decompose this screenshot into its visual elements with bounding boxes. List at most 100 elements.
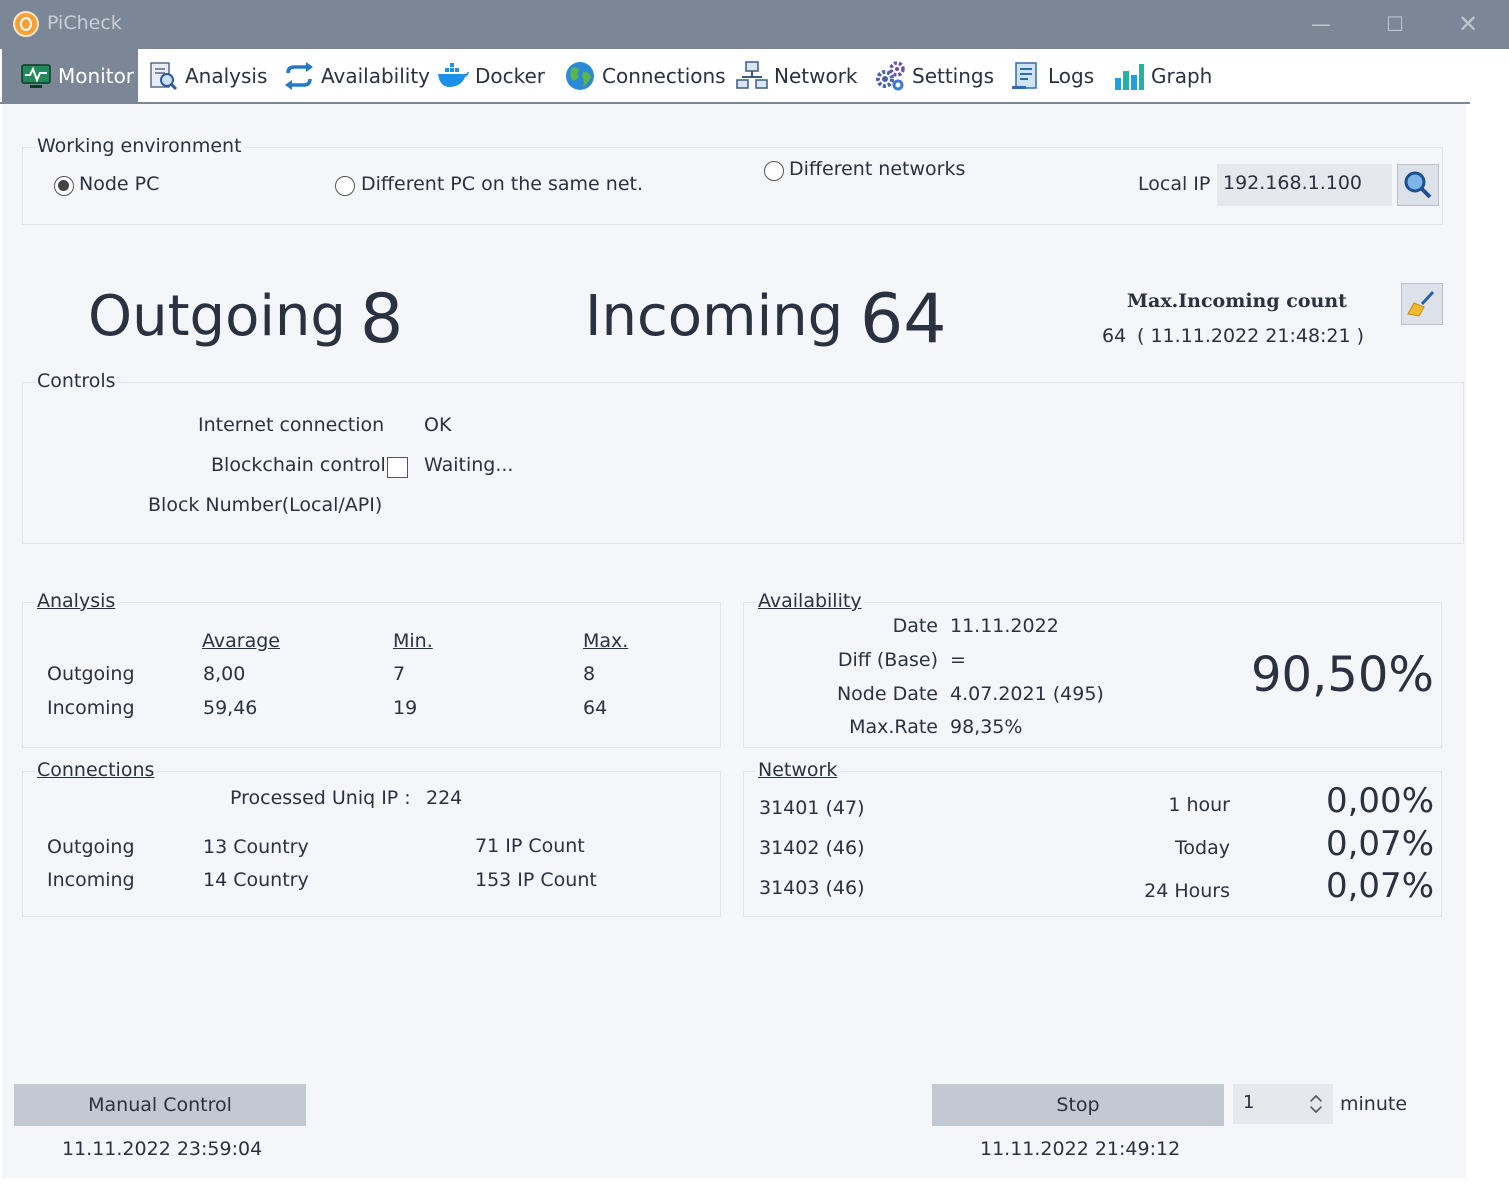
document-search-icon bbox=[150, 61, 178, 90]
tab-availability[interactable]: Availability bbox=[283, 49, 430, 102]
network-port: 31401 (47) bbox=[759, 797, 865, 819]
tab-connections[interactable]: Connections bbox=[564, 49, 726, 102]
analysis-header-average: Avarage bbox=[202, 630, 280, 652]
interval-unit: minute bbox=[1340, 1093, 1408, 1115]
blockchain-control-checkbox[interactable] bbox=[387, 457, 408, 478]
availability-date: 11.11.2022 bbox=[950, 615, 1059, 637]
tab-settings[interactable]: Settings bbox=[874, 49, 994, 102]
tab-docker[interactable]: Docker bbox=[437, 49, 545, 102]
connections-country: 14 Country bbox=[203, 869, 309, 891]
tab-graph[interactable]: Graph bbox=[1113, 49, 1212, 102]
clear-max-button[interactable] bbox=[1401, 283, 1443, 325]
network-icon bbox=[736, 60, 768, 89]
network-port: 31403 (46) bbox=[759, 877, 865, 899]
tab-label: Graph bbox=[1151, 63, 1213, 88]
app-window: PiCheck — ☐ ✕ Monitor Analysis Availabil… bbox=[0, 0, 1509, 1203]
network-period-value: 0,07% bbox=[1325, 824, 1434, 864]
tab-analysis[interactable]: Analysis bbox=[147, 49, 267, 102]
network-period-value: 0,00% bbox=[1325, 781, 1434, 821]
internet-connection-status: OK bbox=[424, 414, 452, 436]
globe-icon bbox=[566, 61, 594, 90]
tab-logs[interactable]: Logs bbox=[1010, 49, 1094, 102]
tab-label: Network bbox=[774, 63, 858, 88]
radio-different-networks-label: Different networks bbox=[789, 158, 966, 180]
tab-label: Monitor bbox=[58, 63, 135, 88]
close-icon[interactable]: ✕ bbox=[1448, 8, 1488, 40]
availability-percent: 90,50% bbox=[1250, 647, 1434, 703]
outgoing-label: Outgoing bbox=[88, 284, 346, 349]
analysis-row-label: Outgoing bbox=[47, 663, 135, 685]
radio-node-pc[interactable] bbox=[54, 176, 74, 196]
controls-title: Controls bbox=[35, 370, 118, 392]
interval-stepper[interactable]: 1 bbox=[1233, 1084, 1333, 1124]
connections-ip-count: 153 IP Count bbox=[475, 869, 597, 891]
stepper-arrows-icon[interactable] bbox=[1307, 1090, 1325, 1118]
availability-diff-label: Diff (Base) bbox=[837, 649, 938, 671]
radio-different-pc-label: Different PC on the same net. bbox=[361, 173, 643, 195]
blockchain-control-label: Blockchain control bbox=[211, 454, 386, 476]
window-title: PiCheck bbox=[47, 12, 122, 34]
block-number-label: Block Number(Local/API) bbox=[148, 494, 383, 516]
availability-node-date-label: Node Date bbox=[836, 683, 938, 705]
processed-uniq-ip-value: 224 bbox=[426, 787, 463, 809]
connections-title[interactable]: Connections bbox=[35, 759, 157, 781]
incoming-label: Incoming bbox=[585, 284, 844, 349]
max-incoming-value: 64 bbox=[1102, 325, 1127, 347]
max-incoming-title: Max.Incoming count bbox=[1127, 290, 1347, 312]
analysis-cell-avg: 59,46 bbox=[203, 697, 258, 719]
gears-icon bbox=[876, 60, 905, 90]
analysis-cell-max: 64 bbox=[583, 697, 608, 719]
broom-icon bbox=[1407, 290, 1435, 317]
availability-node-date: 4.07.2021 (495) bbox=[950, 683, 1104, 705]
tab-label: Docker bbox=[475, 63, 546, 88]
analysis-row-label: Incoming bbox=[47, 697, 135, 719]
working-environment-title: Working environment bbox=[35, 135, 244, 157]
local-ip-field[interactable]: 192.168.1.100 bbox=[1217, 164, 1392, 206]
refresh-arrows-icon bbox=[285, 61, 313, 90]
radio-node-pc-label: Node PC bbox=[79, 173, 160, 195]
availability-title[interactable]: Availability bbox=[756, 590, 864, 612]
radio-different-pc[interactable] bbox=[335, 176, 355, 196]
tab-network[interactable]: Network bbox=[736, 49, 858, 102]
stop-time: 11.11.2022 21:49:12 bbox=[980, 1138, 1181, 1160]
internet-connection-label: Internet connection bbox=[198, 414, 385, 436]
network-title[interactable]: Network bbox=[756, 759, 840, 781]
analysis-cell-avg: 8,00 bbox=[203, 663, 246, 685]
docker-whale-icon bbox=[438, 62, 469, 87]
search-ip-button[interactable] bbox=[1397, 164, 1439, 206]
maximize-icon[interactable]: ☐ bbox=[1375, 8, 1415, 40]
analysis-cell-max: 8 bbox=[583, 663, 596, 685]
tab-label: Connections bbox=[602, 63, 726, 88]
local-ip-label: Local IP bbox=[1138, 173, 1211, 195]
analysis-header-min: Min. bbox=[393, 630, 433, 652]
network-period-label: 1 hour bbox=[1168, 794, 1230, 816]
availability-diff: = bbox=[950, 649, 966, 671]
interval-value: 1 bbox=[1243, 1092, 1255, 1113]
radio-different-networks[interactable] bbox=[764, 161, 784, 181]
processed-uniq-ip-label: Processed Uniq IP : bbox=[230, 787, 411, 809]
log-file-icon bbox=[1012, 61, 1037, 89]
stop-button[interactable]: Stop bbox=[932, 1084, 1224, 1126]
title-bar: PiCheck — ☐ ✕ bbox=[0, 0, 1509, 49]
blockchain-control-status: Waiting... bbox=[424, 454, 514, 476]
network-port: 31402 (46) bbox=[759, 837, 865, 859]
network-period-label: Today bbox=[1175, 837, 1230, 859]
connections-country: 13 Country bbox=[203, 836, 309, 858]
tab-monitor[interactable]: Monitor bbox=[2, 49, 138, 102]
tab-label: Availability bbox=[321, 63, 431, 88]
manual-control-time: 11.11.2022 23:59:04 bbox=[62, 1138, 263, 1160]
minimize-icon[interactable]: — bbox=[1301, 8, 1341, 40]
connections-ip-count: 71 IP Count bbox=[475, 835, 585, 857]
tab-label: Logs bbox=[1048, 63, 1095, 88]
connections-row-label: Outgoing bbox=[47, 836, 135, 858]
analysis-cell-min: 19 bbox=[393, 697, 418, 719]
app-logo-icon bbox=[13, 11, 39, 37]
tab-bar: Monitor Analysis Availability Docker Con… bbox=[0, 49, 1470, 104]
analysis-title[interactable]: Analysis bbox=[35, 590, 118, 612]
connections-row-label: Incoming bbox=[47, 869, 135, 891]
tab-label: Analysis bbox=[185, 63, 268, 88]
analysis-header-max: Max. bbox=[583, 630, 629, 652]
manual-control-button[interactable]: Manual Control bbox=[14, 1084, 306, 1126]
availability-max-rate-label: Max.Rate bbox=[849, 716, 938, 738]
incoming-count: 64 bbox=[860, 280, 947, 359]
